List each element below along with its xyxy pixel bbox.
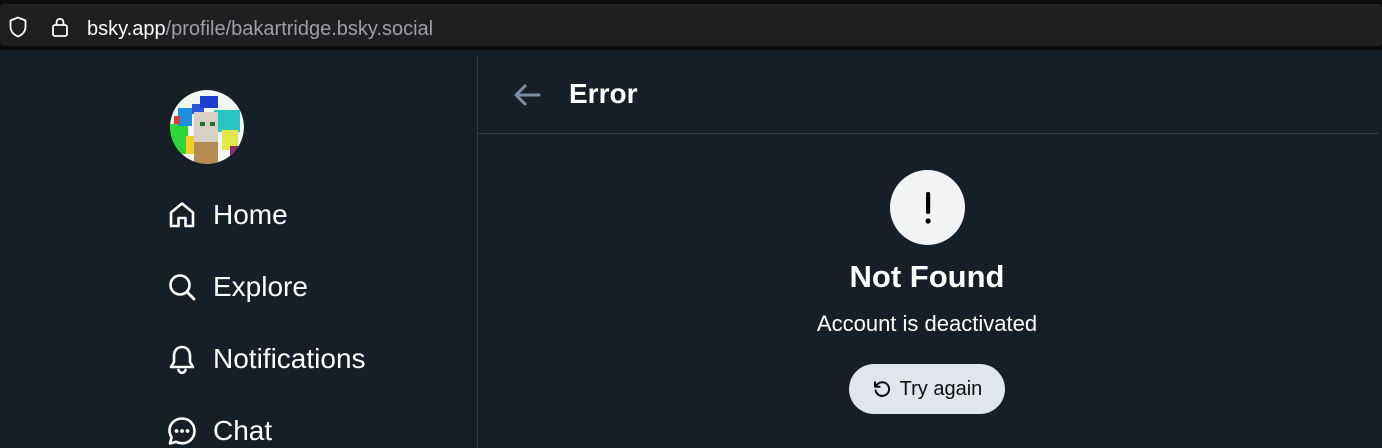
nav-home[interactable]: Home bbox=[166, 195, 288, 235]
nav-chat[interactable]: Chat bbox=[166, 411, 272, 448]
nav-notifications[interactable]: Notifications bbox=[166, 339, 366, 379]
url-host: bsky.app bbox=[87, 18, 166, 40]
exclamation-icon bbox=[925, 191, 931, 224]
arrow-left-icon bbox=[514, 84, 541, 106]
left-nav: Home Explore Notifications Chat bbox=[0, 50, 477, 448]
error-icon-badge bbox=[890, 170, 965, 245]
app-window: bsky.app/profile/bakartridge.bsky.social bbox=[0, 0, 1382, 448]
bell-icon bbox=[169, 345, 195, 375]
refresh-icon bbox=[873, 381, 890, 397]
nav-explore[interactable]: Explore bbox=[166, 267, 308, 307]
nav-chat-label: Chat bbox=[213, 415, 273, 446]
try-again-button[interactable]: Try again bbox=[849, 364, 1005, 414]
error-message: Account is deactivated bbox=[816, 311, 1038, 336]
home-icon bbox=[169, 202, 195, 228]
avatar[interactable] bbox=[170, 90, 244, 164]
lock-icon[interactable] bbox=[50, 16, 70, 38]
url-text[interactable]: bsky.app/profile/bakartridge.bsky.social bbox=[87, 17, 433, 41]
address-bar[interactable]: bsky.app/profile/bakartridge.bsky.social bbox=[0, 4, 1382, 46]
shield-icon[interactable] bbox=[8, 16, 28, 38]
nav-home-label: Home bbox=[213, 199, 288, 230]
error-title: Not Found bbox=[849, 259, 1005, 294]
nav-explore-label: Explore bbox=[213, 271, 308, 302]
search-icon bbox=[169, 274, 196, 301]
url-path: /profile/bakartridge.bsky.social bbox=[165, 18, 434, 40]
back-button[interactable] bbox=[508, 77, 546, 113]
chat-icon bbox=[168, 417, 196, 445]
nav-notifications-label: Notifications bbox=[213, 343, 366, 374]
try-again-label: Try again bbox=[899, 377, 983, 400]
browser-toolbar: bsky.app/profile/bakartridge.bsky.social bbox=[0, 0, 1382, 50]
page-header: Error bbox=[478, 56, 1378, 134]
page-title: Error bbox=[569, 78, 638, 109]
